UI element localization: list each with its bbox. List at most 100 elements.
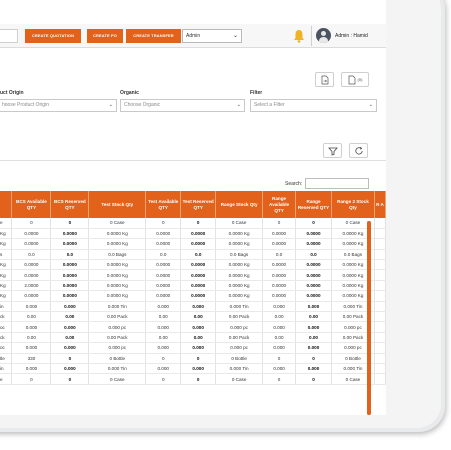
column-filter-button[interactable]: [323, 143, 342, 158]
bell-icon[interactable]: [293, 29, 305, 43]
table-row[interactable]: e000 Case 0 0 0 Case 0 0 0 Case: [0, 373, 386, 385]
table-row[interactable]: oc 0.000 0.000 0.000 pc 0.000 0.000 0.000 pc 0.…: [0, 321, 386, 333]
table-row[interactable]: in 0.000 0.000 0.000 Tin 0.000 0.000 0.000 Tin…: [0, 363, 386, 375]
table-row[interactable]: Kg 0.0000 0.0000 0.0000 Kg 0.0000 0.0000 0.000…: [0, 290, 386, 302]
table-cell: 0.0000: [50, 269, 90, 281]
table-cell: 0 Case: [88, 218, 147, 229]
column-header[interactable]: Range 2 Stock Qty: [331, 191, 375, 218]
topbar-search-input[interactable]: [0, 29, 18, 43]
table-cell: 0.00: [145, 332, 182, 344]
table-cell: 0: [145, 373, 182, 385]
location-select[interactable]: Admin ⌄: [182, 29, 242, 43]
table-row[interactable]: e000 Case 0 0 0 Case 0 0 0 Case: [0, 218, 386, 229]
table-cell: 0.00 Pack: [215, 332, 264, 344]
table-cell: 0.000: [180, 301, 217, 313]
filter-label: Filter: [250, 90, 263, 96]
column-header[interactable]: R A: [374, 191, 386, 218]
table-cell: ck: [0, 311, 13, 323]
table-cell: 0.0000 Kg: [88, 290, 147, 302]
table-cell: 0: [50, 373, 90, 385]
table-cell: 0.0: [262, 249, 297, 261]
table-row[interactable]: s 0.0 0.0 0.0 Bags 0.0 0.0 0.0 Bags 0.0 0.0 0.0 B…: [0, 249, 386, 261]
table-cell: 0.000: [262, 321, 297, 333]
table-row[interactable]: tle 330 0 0 Bottle 0 0 0 Bottle 0 0 0 Bottle: [0, 353, 386, 364]
table-cell: 0.0000: [145, 238, 182, 250]
column-header[interactable]: Test Available QTY: [145, 191, 182, 218]
table-cell: 0.0000: [295, 259, 332, 271]
section-divider: [0, 160, 386, 161]
column-header[interactable]: Range Reserved QTY: [295, 191, 332, 218]
column-header-label: Range Reserved QTY: [297, 198, 330, 210]
create-quotation-button[interactable]: CREATE QUOTATION: [25, 29, 81, 43]
table-cell: 0.0000: [50, 259, 90, 271]
user-name-label[interactable]: Admin : Hamid: [335, 30, 368, 42]
table-cell: 0.00 Pack: [88, 332, 147, 344]
table-cell: e: [0, 218, 13, 229]
table-cell: 0: [295, 373, 332, 385]
table-cell: 0.000 pc: [215, 321, 264, 333]
table-cell: 0: [50, 218, 90, 229]
table-cell: Kg: [0, 259, 13, 271]
table-cell: 0.0000 Kg: [88, 259, 147, 271]
column-header-label: Range Stock Qty: [220, 201, 258, 207]
column-header-label: Test Reserved QTY: [182, 198, 214, 210]
table-cell: 0: [50, 353, 90, 364]
table-cell: 0.000: [295, 321, 332, 333]
table-row[interactable]: oc 0.000 0.000 0.000 pc 0.000 0.000 0.000 pc 0.…: [0, 342, 386, 354]
table-cell: 0.000: [295, 342, 332, 354]
column-header[interactable]: Range Available QTY: [262, 191, 297, 218]
product-origin-select[interactable]: hoose Product Origin ⌄: [0, 99, 117, 112]
table-cell: 2.0000: [11, 280, 52, 292]
table-cell: 0: [180, 353, 217, 364]
table-row[interactable]: Kg 0.0000 0.0000 0.0000 Kg 0.0000 0.0000 0.000…: [0, 238, 386, 250]
column-header[interactable]: BCS Available QTY: [11, 191, 52, 218]
table-cell: 0.00: [145, 311, 182, 323]
table-cell: 0.0000: [180, 290, 217, 302]
table-cell: 0.0000: [262, 228, 297, 240]
search-input[interactable]: [305, 178, 369, 189]
table-cell: 0.000: [262, 342, 297, 354]
table-cell: 0.0000: [295, 290, 332, 302]
table-cell: 0.000: [50, 321, 90, 333]
column-header[interactable]: Test Stock Qty: [88, 191, 147, 218]
table-row[interactable]: ck 0.00 0.00 0.00 Pack 0.00 0.00 0.00 Pack 0.00…: [0, 311, 386, 323]
table-cell: [374, 259, 386, 271]
table-row[interactable]: in 0.000 0.000 0.000 Tin 0.000 0.000 0.000 Tin…: [0, 301, 386, 313]
table-cell: 0: [295, 353, 332, 364]
table-cell: 0: [295, 218, 332, 229]
create-transfer-button[interactable]: CREATE TRANSFER: [126, 29, 181, 43]
table-row[interactable]: ck 0.00 0.00 0.00 Pack 0.00 0.00 0.00 Pack 0.00…: [0, 332, 386, 344]
column-header[interactable]: Test Reserved QTY: [180, 191, 217, 218]
column-header[interactable]: Range Stock Qty: [215, 191, 264, 218]
table-row[interactable]: Kg 0.0000 0.0000 0.0000 Kg 0.0000 0.0000 0.000…: [0, 228, 386, 240]
table-cell: 0.00 Pack: [215, 311, 264, 323]
app-screen: CREATE QUOTATION CREATE PO CREATE TRANSF…: [0, 0, 386, 415]
table-cell: 0.000: [50, 301, 90, 313]
file-export-button[interactable]: [315, 72, 334, 87]
table-cell: 0.0000: [180, 269, 217, 281]
table-row[interactable]: Kg 2.0000 0.0000 0.0000 Kg 0.0000 0.0000 0.000…: [0, 280, 386, 292]
column-header[interactable]: BCS Reserved QTY: [50, 191, 90, 218]
avatar[interactable]: [316, 28, 331, 43]
table-cell: 0.000: [145, 363, 182, 375]
organic-select[interactable]: Choose Organic ⌄: [120, 99, 245, 112]
file-count-button[interactable]: (0): [341, 72, 369, 87]
table-cell: 0.0: [11, 249, 52, 261]
table-cell: Kg: [0, 238, 13, 250]
table-row[interactable]: Kg 0.0000 0.0000 0.0000 Kg 0.0000 0.0000 0.000…: [0, 269, 386, 281]
chevron-down-icon: ⌄: [236, 102, 241, 108]
table-cell: 0.00: [262, 311, 297, 323]
table-cell: [374, 332, 386, 344]
refresh-button[interactable]: [349, 143, 368, 158]
column-header[interactable]: [0, 191, 13, 218]
filter-select[interactable]: Select a Filter ⌄: [250, 99, 377, 112]
table-row[interactable]: Kg 0.0000 0.0000 0.0000 Kg 0.0000 0.0000 0.000…: [0, 259, 386, 271]
table-cell: 0.0000: [262, 238, 297, 250]
create-po-button[interactable]: CREATE PO: [87, 29, 123, 43]
chevron-down-icon: ⌄: [108, 102, 113, 108]
table-cell: 0.0000: [145, 259, 182, 271]
table-scrollbar[interactable]: [367, 221, 371, 415]
table-cell: 0.0000: [295, 269, 332, 281]
filter-placeholder: Select a Filter: [254, 102, 285, 108]
table-cell: 0.0000: [295, 280, 332, 292]
